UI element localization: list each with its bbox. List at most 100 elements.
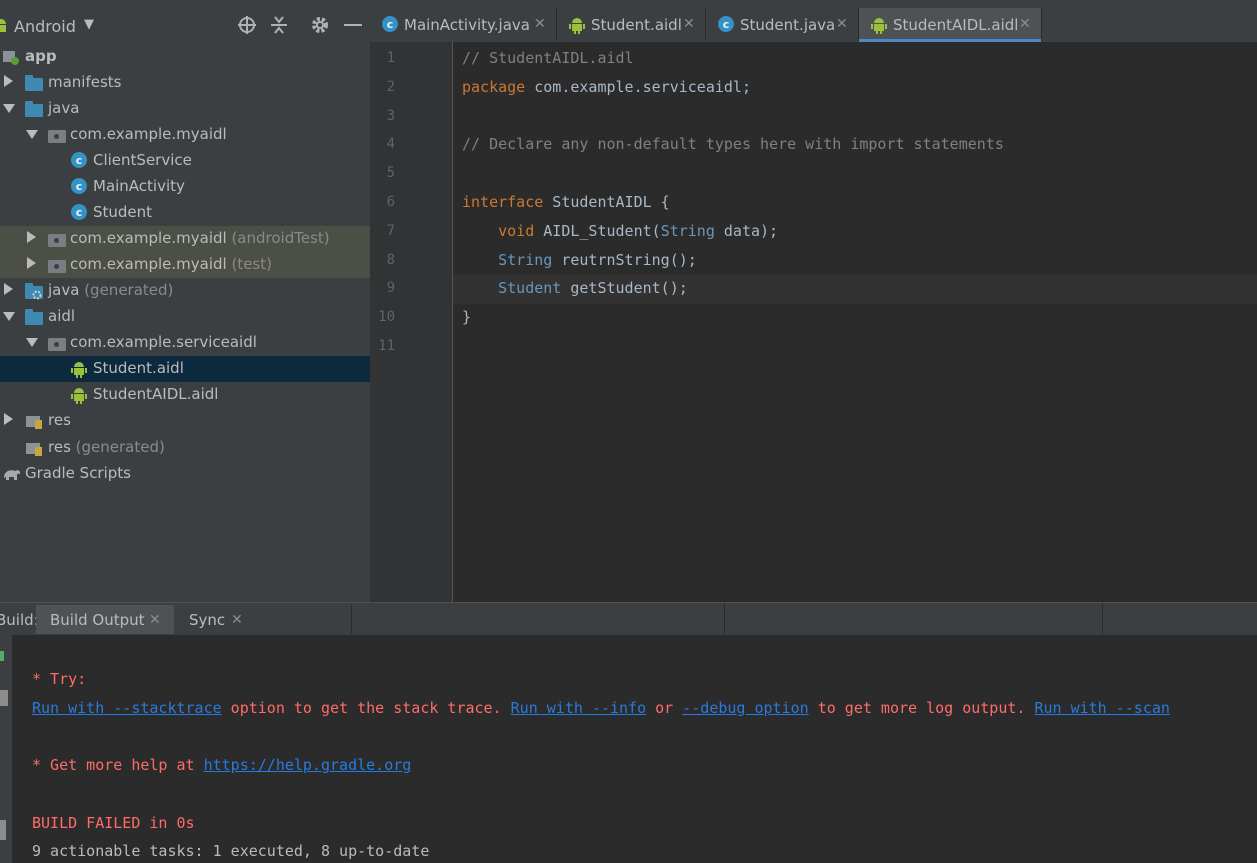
console-text: or [646, 698, 683, 717]
settings-icon[interactable] [0, 820, 6, 840]
tree-item-label: com.example.myaidl (androidTest) [70, 229, 330, 247]
tree-item-gradle-scripts[interactable]: Gradle Scripts [0, 461, 370, 487]
build-console[interactable]: * Try: Run with --stacktrace option to ge… [12, 635, 1257, 863]
gear-icon[interactable] [309, 14, 331, 36]
tree-item-java[interactable]: java [0, 96, 370, 122]
tree-item-res-generated[interactable]: res (generated) [0, 435, 370, 461]
console-link[interactable]: https://help.gradle.org [204, 756, 412, 774]
close-icon[interactable]: ✕ [1019, 16, 1031, 32]
package-icon [48, 126, 66, 144]
tab-student-java[interactable]: c Student.java ✕ [706, 8, 859, 41]
close-icon[interactable]: ✕ [534, 16, 546, 32]
code-token: // Declare any non-default types here wi… [462, 135, 1004, 154]
tab-build-output[interactable]: Build Output ✕ [36, 605, 174, 634]
tree-item-label: Student.aidl [93, 359, 184, 377]
tree-item-label: StudentAIDL.aidl [93, 385, 219, 403]
line-number: 9 [386, 280, 395, 297]
tree-item-class[interactable]: c ClientService [0, 148, 370, 174]
package-icon [48, 334, 66, 352]
tree-item-java-generated[interactable]: java (generated) [0, 278, 370, 304]
code-token: void [498, 221, 535, 240]
tab-label: Student.java [740, 16, 836, 34]
tree-item-aidl[interactable]: aidl [0, 304, 370, 330]
tree-item-package-serviceaidl[interactable]: com.example.serviceaidl [0, 330, 370, 356]
collapse-arrow-icon[interactable] [3, 104, 15, 118]
line-number: 3 [386, 107, 395, 124]
tree-item-app[interactable]: app [0, 44, 370, 70]
tree-item-studentaidl-aidl[interactable]: StudentAIDL.aidl [0, 382, 370, 408]
tree-item-label: ClientService [93, 151, 192, 169]
android-icon [569, 16, 585, 38]
console-line: * Get more help at https://help.gradle.o… [32, 756, 411, 774]
tree-item-class[interactable]: c Student [0, 200, 370, 226]
expand-arrow-icon[interactable] [27, 231, 39, 245]
tab-studentaidl-aidl[interactable]: StudentAIDL.aidl ✕ [859, 8, 1042, 42]
expand-arrow-icon[interactable] [27, 257, 39, 271]
console-link[interactable]: Run with --stacktrace [32, 699, 222, 717]
console-line: 9 actionable tasks: 1 executed, 8 up-to-… [32, 842, 429, 860]
console-line: BUILD FAILED in 0s [32, 814, 195, 832]
expand-arrow-icon[interactable] [4, 283, 16, 297]
tab-label: MainActivity.java [404, 16, 530, 34]
code-token: String [660, 221, 715, 240]
close-icon[interactable]: ✕ [683, 16, 695, 32]
tree-item-label: java [48, 99, 80, 117]
tab-mainactivity-java[interactable]: c MainActivity.java ✕ [370, 8, 557, 41]
tree-item-sublabel: (androidTest) [226, 229, 330, 247]
code-line: package com.example.serviceaidl; [462, 78, 751, 96]
minimize-icon[interactable] [342, 14, 364, 36]
collapse-arrow-icon[interactable] [26, 338, 38, 352]
class-icon: c [71, 204, 89, 222]
tree-item-package-androidtest[interactable]: com.example.myaidl (androidTest) [0, 226, 370, 252]
project-view-selector[interactable]: Android [14, 17, 76, 36]
locate-icon[interactable] [236, 14, 258, 36]
close-icon[interactable]: ✕ [231, 612, 243, 628]
console-link[interactable]: Run with --info [511, 699, 646, 717]
android-icon [871, 16, 887, 38]
console-line: Run with --stacktrace option to get the … [32, 699, 1170, 717]
folder-icon [25, 100, 43, 118]
tree-item-package[interactable]: com.example.myaidl [0, 122, 370, 148]
tree-item-label: Gradle Scripts [25, 464, 131, 482]
tab-student-aidl[interactable]: Student.aidl ✕ [557, 8, 706, 41]
expand-arrow-icon[interactable] [4, 413, 16, 427]
tab-sync[interactable]: Sync ✕ [175, 605, 352, 634]
tab-label: Sync [189, 611, 226, 629]
code-token: } [462, 308, 472, 327]
console-link[interactable]: --debug option [682, 699, 808, 717]
tree-item-label: MainActivity [93, 177, 185, 195]
tree-item-label: Student [93, 203, 153, 221]
tree-item-student-aidl[interactable]: Student.aidl [0, 356, 370, 382]
code-token: getStudent(); [561, 279, 688, 298]
package-icon [48, 256, 66, 274]
code-token: data); [714, 221, 779, 240]
run-icon[interactable] [0, 651, 4, 661]
collapse-arrow-icon[interactable] [26, 130, 38, 144]
tree-item-manifests[interactable]: manifests [0, 70, 370, 96]
tree-item-res[interactable]: res [0, 408, 370, 434]
console-line: * Try: [32, 670, 86, 688]
tree-item-label: aidl [48, 307, 76, 325]
close-icon[interactable]: ✕ [149, 612, 161, 628]
collapse-all-icon[interactable] [268, 14, 290, 36]
code-editor[interactable]: // StudentAIDL.aidl package com.example.s… [453, 42, 1257, 602]
chevron-down-icon[interactable]: ▼ [84, 17, 94, 32]
divider [1102, 603, 1103, 634]
line-number: 6 [386, 194, 395, 210]
collapse-arrow-icon[interactable] [3, 312, 15, 326]
tab-label: StudentAIDL.aidl [893, 16, 1019, 34]
class-icon: c [71, 152, 89, 170]
close-icon[interactable]: ✕ [836, 16, 848, 32]
code-line: String reutrnString(); [462, 251, 697, 269]
tree-item-label: com.example.myaidl [70, 125, 227, 143]
expand-arrow-icon[interactable] [4, 75, 16, 89]
code-token: StudentAIDL { [543, 193, 670, 211]
code-token: interface [462, 193, 544, 211]
tree-item-package-test[interactable]: com.example.myaidl (test) [0, 252, 370, 278]
tree-item-class[interactable]: c MainActivity [0, 174, 370, 200]
code-line: void AIDL_Student(String data); [462, 222, 778, 240]
stop-icon[interactable] [0, 690, 8, 706]
console-text: 9 actionable tasks: 1 executed, 8 up-to-… [32, 842, 430, 861]
console-link[interactable]: Run with --scan [1034, 699, 1169, 717]
